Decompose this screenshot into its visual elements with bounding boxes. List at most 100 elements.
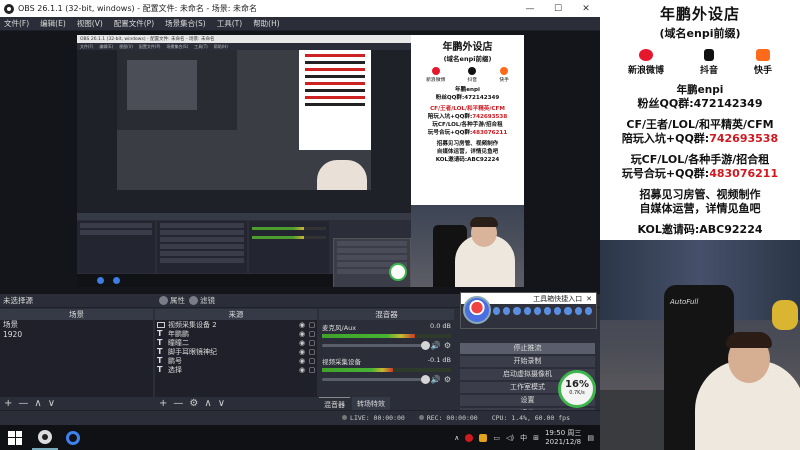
live-status: LIVE: 00:00:00 <box>342 414 405 422</box>
inner-cf-line: CF/王者/LOL/和平精英/CFM <box>430 106 505 112</box>
volume-icon[interactable]: ◁) <box>506 434 514 442</box>
stop-streaming-button[interactable]: 停止推流 <box>460 343 595 354</box>
toolbox-close-icon[interactable]: ✕ <box>586 295 592 303</box>
inner-social-kuaishou: 快手 <box>499 67 509 83</box>
inner-hehao: 玩号合玩+QQ群:483076211 <box>427 130 508 136</box>
menu-help[interactable]: 帮助(H) <box>253 18 280 29</box>
scenes-footer: + — ∧ ∨ <box>0 397 153 410</box>
tab-mixer[interactable]: 混音器 <box>319 397 350 410</box>
maximize-button[interactable]: ☐ <box>544 0 572 17</box>
clock[interactable]: 19:50 周三 2021/12/8 <box>545 429 581 447</box>
inner-pei: 陪玩入坑+QQ群:742693538 <box>427 114 508 120</box>
toolbox-popup[interactable]: 工具箱快捷入口 ✕ <box>460 292 597 329</box>
inner-social-douyin: 抖音 <box>467 67 477 83</box>
obs-logo-icon <box>4 3 14 14</box>
eye-icon[interactable]: ◉ <box>297 357 307 365</box>
move-scene-up-button[interactable]: ∧ <box>34 398 41 409</box>
nested-camera <box>411 205 524 287</box>
cpu-status: CPU: 1.4%, 60.00 fps <box>491 414 570 422</box>
menu-profile[interactable]: 配置文件(P) <box>114 18 154 29</box>
eye-icon[interactable]: ◉ <box>297 366 307 374</box>
avatar[interactable] <box>463 296 491 324</box>
kuaishou-label: 快手 <box>753 66 772 76</box>
games-line: CF/王者/LOL/和平精英/CFM <box>626 118 774 131</box>
move-source-down-button[interactable]: ∨ <box>218 398 225 409</box>
lock-icon[interactable]: ▢ <box>307 321 317 329</box>
eye-icon[interactable]: ◉ <box>297 339 307 347</box>
start-recording-button[interactable]: 开始录制 <box>460 356 595 367</box>
network-rate: 0.7K/s <box>569 390 585 396</box>
tray-app-icon[interactable] <box>479 433 488 442</box>
filters-button[interactable]: 滤镜 <box>189 295 215 306</box>
lock-icon[interactable]: ▢ <box>307 330 317 338</box>
tool-icon[interactable] <box>584 307 593 315</box>
add-source-button[interactable]: + <box>159 398 167 409</box>
eye-icon[interactable]: ◉ <box>297 321 307 329</box>
menu-scene-collection[interactable]: 场景集合(S) <box>165 18 206 29</box>
tool-icon[interactable] <box>503 307 511 315</box>
preview-canvas[interactable]: OBS 26.1.1 (32-bit, windows) - 配置文件: 未命名… <box>77 35 524 287</box>
remove-source-button[interactable]: — <box>173 398 183 409</box>
speaker-icon[interactable]: 🔊 <box>431 341 441 350</box>
tool-icon[interactable] <box>523 307 531 315</box>
tool-icon[interactable] <box>554 307 562 315</box>
move-scene-down-button[interactable]: ∨ <box>48 398 55 409</box>
volume-meter <box>322 368 451 372</box>
tool-icon[interactable] <box>533 307 542 315</box>
source-item[interactable]: T 选择 ◉ ▢ <box>155 365 317 374</box>
cpu-usage-widget[interactable]: 16% 0.7K/s <box>558 370 596 408</box>
gear-icon[interactable]: ⚙ <box>444 375 451 384</box>
gear-icon[interactable]: ⚙ <box>444 341 451 350</box>
filters-label: 滤镜 <box>200 296 215 305</box>
menu-file[interactable]: 文件(F) <box>4 18 29 29</box>
tray-app-icon[interactable] <box>465 433 474 442</box>
tray-expand-icon[interactable]: ∧ <box>454 434 459 442</box>
nested-menu-scene: 场景集合(S) <box>166 43 189 49</box>
menu-edit[interactable]: 编辑(E) <box>40 18 66 29</box>
minimize-button[interactable]: — <box>516 0 544 17</box>
inner-game: 玩CF/LOL/各种手游/招合租 <box>432 122 503 128</box>
taskbar-obs-app[interactable] <box>32 425 58 450</box>
preview-area[interactable]: OBS 26.1.1 (32-bit, windows) - 配置文件: 未命名… <box>0 31 600 294</box>
close-button[interactable]: ✕ <box>572 0 600 17</box>
volume-slider[interactable] <box>322 341 430 350</box>
move-source-up-button[interactable]: ∧ <box>204 398 211 409</box>
eye-icon[interactable]: ◉ <box>297 330 307 338</box>
taskbar-app[interactable] <box>60 425 86 450</box>
audio-mixer-dock: 混音器 麦克风/Aux 0.0 dB 🔊 ⚙ 视频采集设备 -0.1 dB 🔊 … <box>319 309 454 410</box>
tool-icon[interactable] <box>574 307 582 315</box>
notification-icon[interactable]: ▤ <box>587 434 594 442</box>
clock-date: 2021/12/8 <box>545 437 582 446</box>
windows-start-icon[interactable] <box>8 430 22 445</box>
ime-icon[interactable]: ⊞ <box>533 434 539 442</box>
scene-item[interactable]: 1920 <box>0 330 153 340</box>
slider-knob[interactable] <box>420 341 430 350</box>
tool-icon[interactable] <box>544 307 552 315</box>
mixer-body: 麦克风/Aux 0.0 dB 🔊 ⚙ 视频采集设备 -0.1 dB 🔊 ⚙ <box>319 320 454 397</box>
source-properties-gear-icon[interactable]: ⚙ <box>189 398 198 409</box>
lock-icon[interactable]: ▢ <box>307 357 317 365</box>
volume-slider[interactable] <box>322 375 430 384</box>
nested-title: OBS 26.1.1 (32-bit, windows) - 配置文件: 未命名… <box>80 37 215 42</box>
menu-tools[interactable]: 工具(T) <box>217 18 242 29</box>
input-language[interactable]: 中 <box>520 433 527 443</box>
scene-item[interactable]: 场景 <box>0 320 153 330</box>
add-scene-button[interactable]: + <box>4 398 12 409</box>
tool-icon[interactable] <box>493 307 501 315</box>
lock-icon[interactable]: ▢ <box>307 348 317 356</box>
tool-icon[interactable] <box>564 307 572 315</box>
lock-icon[interactable]: ▢ <box>307 339 317 347</box>
eye-icon[interactable]: ◉ <box>297 348 307 356</box>
menu-view[interactable]: 视图(V) <box>77 18 103 29</box>
network-icon[interactable]: ▭ <box>493 434 500 442</box>
nested-menu-tools: 工具(T) <box>194 43 208 49</box>
tool-icon[interactable] <box>513 307 521 315</box>
slider-knob[interactable] <box>420 375 430 384</box>
lock-icon[interactable]: ▢ <box>307 366 317 374</box>
weibo-icon <box>638 49 653 61</box>
speaker-icon[interactable]: 🔊 <box>431 375 441 384</box>
properties-button[interactable]: 属性 <box>159 295 185 306</box>
remove-scene-button[interactable]: — <box>18 398 28 409</box>
tab-transitions[interactable]: 转场特效 <box>352 397 390 410</box>
recruit-line-1: 招募见习房管、视频制作 <box>639 188 761 201</box>
